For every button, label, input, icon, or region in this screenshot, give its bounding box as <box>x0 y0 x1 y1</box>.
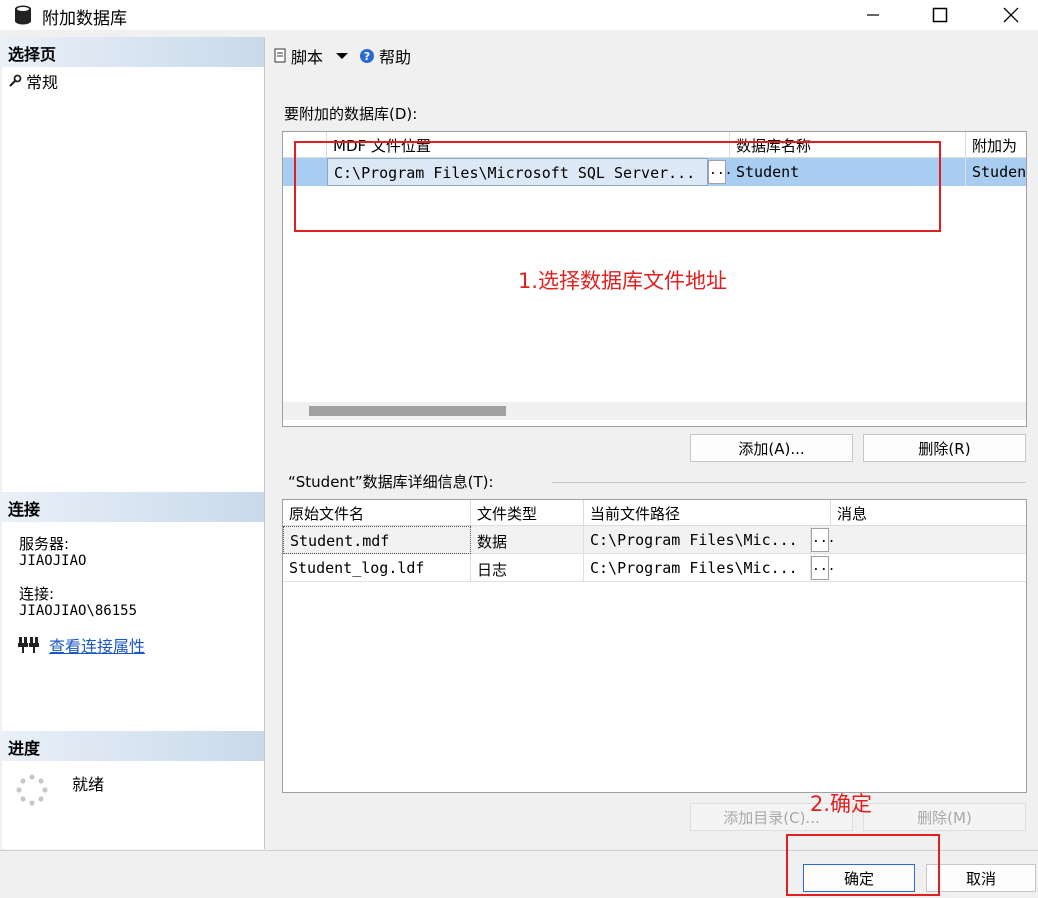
column-header[interactable]: 原始文件名 <box>283 500 471 526</box>
server-value: JIAOJIAO <box>19 553 87 569</box>
message-cell <box>831 526 1026 554</box>
column-header[interactable]: 附加为 <box>966 132 1026 158</box>
toolbar: 脚本 ? 帮助 <box>265 38 1038 70</box>
connection-label: 连接: <box>19 585 55 603</box>
server-label: 服务器: <box>19 535 70 553</box>
help-button[interactable]: ? 帮助 <box>359 44 411 68</box>
file-name-cell[interactable]: Student_log.ldf <box>283 554 471 582</box>
browse-path-button[interactable]: ... <box>811 556 835 580</box>
script-icon <box>274 48 286 63</box>
table-row[interactable]: Student.mdf 数据 C:\Program Files\Mic... .… <box>283 526 1026 554</box>
script-button[interactable]: 脚本 <box>273 44 349 68</box>
maximize-icon <box>932 7 948 23</box>
help-label: 帮助 <box>379 48 412 67</box>
close-icon <box>1003 7 1019 23</box>
pane-divider <box>264 37 265 849</box>
connection-header: 连接 <box>2 492 264 522</box>
attach-db-label: 要附加的数据库(D): <box>284 105 418 123</box>
attach-as-cell[interactable]: Studen <box>966 158 1026 186</box>
file-path-cell[interactable]: C:\Program Files\Mic... <box>584 554 811 582</box>
maximize-button[interactable] <box>917 0 963 30</box>
minimize-button[interactable] <box>850 0 896 30</box>
browse-path-button[interactable]: ... <box>811 528 835 552</box>
database-icon <box>15 5 31 25</box>
progress-spinner-icon <box>16 774 48 806</box>
wrench-icon <box>9 74 22 87</box>
progress-header: 进度 <box>2 731 264 761</box>
progress-status: 就绪 <box>72 775 105 794</box>
file-path-cell[interactable]: C:\Program Files\Mic... <box>584 526 811 554</box>
remove-file-button[interactable]: 删除(M) <box>863 803 1026 831</box>
title-bar: 附加数据库 <box>0 0 1038 30</box>
annotation-step2: 2.确定 <box>810 792 873 816</box>
horizontal-scrollbar[interactable] <box>283 402 1026 420</box>
connection-properties-icon <box>18 637 39 653</box>
cancel-button[interactable]: 取消 <box>926 864 1036 892</box>
details-grid: 原始文件名 文件类型 当前文件路径 消息 Student.mdf 数据 C:\P… <box>282 499 1027 793</box>
annotation-box-mdf <box>294 141 941 232</box>
help-icon: ? <box>360 49 374 63</box>
window-title: 附加数据库 <box>42 9 127 29</box>
chevron-down-icon <box>336 53 349 59</box>
svg-text:?: ? <box>364 50 370 63</box>
page-item-label: 常规 <box>26 73 59 92</box>
view-connection-properties-link[interactable]: 查看连接属性 <box>49 633 145 657</box>
left-pane: 选择页 常规 连接 服务器: JIAOJIAO 连接: JIAOJIAO\861… <box>2 37 264 849</box>
annotation-step1: 1.选择数据库文件地址 <box>518 269 728 293</box>
scrollbar-thumb[interactable] <box>309 406 506 416</box>
column-header[interactable]: 文件类型 <box>471 500 584 526</box>
details-label: “Student”数据库详细信息(T): <box>288 473 494 491</box>
details-separator <box>552 482 1026 483</box>
table-row[interactable]: Student_log.ldf 日志 C:\Program Files\Mic.… <box>283 554 1026 582</box>
page-item-general[interactable]: 常规 <box>8 69 58 93</box>
select-page-header: 选择页 <box>2 37 264 67</box>
file-type-cell[interactable]: 数据 <box>471 526 584 554</box>
file-type-cell[interactable]: 日志 <box>471 554 584 582</box>
column-header[interactable]: 当前文件路径 <box>584 500 831 526</box>
column-header[interactable]: 消息 <box>831 500 1026 526</box>
message-cell <box>831 554 1026 582</box>
remove-database-button[interactable]: 删除(R) <box>863 434 1026 462</box>
close-button[interactable] <box>988 0 1034 30</box>
annotation-box-ok <box>786 834 940 896</box>
minimize-icon <box>867 14 879 16</box>
connection-value: JIAOJIAO\86155 <box>19 603 138 619</box>
script-label: 脚本 <box>291 48 324 67</box>
add-database-button[interactable]: 添加(A)... <box>690 434 853 462</box>
file-name-cell[interactable]: Student.mdf <box>283 526 471 554</box>
